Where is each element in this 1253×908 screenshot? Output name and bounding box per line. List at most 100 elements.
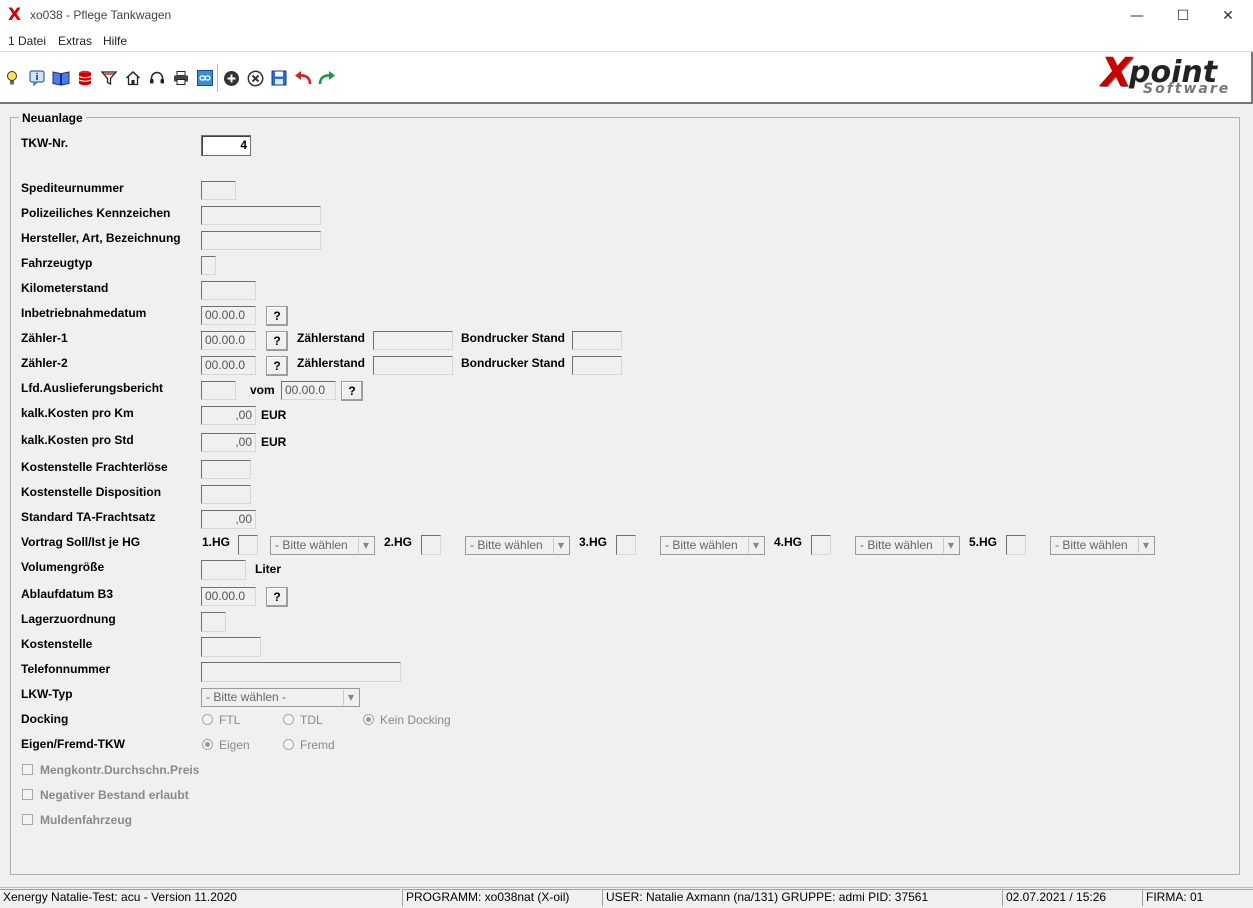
zaehler1-date-input[interactable]: 00.00.0: [201, 331, 256, 350]
zaehler1-date-button[interactable]: ?: [266, 331, 288, 351]
ta-frachtsatz-input[interactable]: ,00: [201, 510, 256, 529]
kostenstelle-input[interactable]: [201, 637, 261, 657]
title-bar: X xo038 - Pflege Tankwagen — ☐ ✕: [0, 0, 1253, 31]
menu-hilfe[interactable]: Hilfe: [103, 34, 127, 48]
fremd-radio[interactable]: [283, 739, 294, 750]
close-button[interactable]: ✕: [1205, 0, 1251, 31]
book-icon[interactable]: [52, 69, 70, 87]
cancel-icon[interactable]: [246, 69, 264, 87]
fahrzeugtyp-input[interactable]: [201, 256, 216, 275]
docking-tdl-label: TDL: [300, 713, 323, 727]
kennzeichen-input[interactable]: [201, 206, 321, 225]
fremd-label: Fremd: [300, 738, 335, 752]
docking-tdl-radio[interactable]: [283, 714, 294, 725]
eigen-radio[interactable]: [202, 739, 213, 750]
hg5-input[interactable]: [1006, 535, 1026, 555]
tkw-nr-label: TKW-Nr.: [21, 136, 69, 150]
chevron-down-icon: ▼: [358, 538, 373, 553]
zaehler1-bondrucker-input[interactable]: [572, 331, 622, 350]
docking-ftl-radio[interactable]: [202, 714, 213, 725]
filter-icon[interactable]: [100, 69, 118, 87]
group-title: Neuanlage: [19, 111, 86, 125]
chevron-down-icon: ▼: [343, 690, 358, 705]
lagerzuordnung-input[interactable]: [201, 612, 226, 632]
status-datetime: 02.07.2021 / 15:26: [1002, 889, 1141, 906]
zaehler1-bondrucker-label: Bondrucker Stand: [461, 331, 566, 345]
kosten-std-label: kalk.Kosten pro Std: [21, 433, 134, 447]
fahrzeugtyp-label: Fahrzeugtyp: [21, 256, 93, 270]
undo-icon[interactable]: [294, 69, 312, 87]
chevron-down-icon: ▼: [1138, 538, 1153, 553]
zaehler2-bondrucker-input[interactable]: [572, 356, 622, 375]
hg4-select[interactable]: - Bitte wählen ▼: [855, 536, 960, 555]
chevron-down-icon: ▼: [943, 538, 958, 553]
hg3-input[interactable]: [616, 535, 636, 555]
negativer-bestand-label: Negativer Bestand erlaubt: [40, 788, 189, 802]
kosten-std-input[interactable]: ,00: [201, 433, 256, 452]
redo-icon[interactable]: [318, 69, 336, 87]
database-icon[interactable]: [76, 69, 94, 87]
telefonnummer-label: Telefonnummer: [21, 662, 111, 676]
inbetriebnahme-date-button[interactable]: ?: [266, 306, 288, 326]
zaehler2-date-button[interactable]: ?: [266, 356, 288, 376]
menu-extras[interactable]: Extras: [58, 34, 92, 48]
kilometerstand-label: Kilometerstand: [21, 281, 109, 295]
hg3-label: 3.HG: [579, 535, 608, 549]
negativer-bestand-checkbox[interactable]: [22, 789, 33, 800]
kosten-km-input[interactable]: ,00: [201, 406, 256, 425]
minimize-button[interactable]: —: [1114, 0, 1160, 31]
docking-label: Docking: [21, 712, 69, 726]
docking-kein-radio[interactable]: [363, 714, 374, 725]
zaehler1-stand-label: Zählerstand: [297, 331, 366, 345]
printer-icon[interactable]: [172, 69, 190, 87]
vom-date-button[interactable]: ?: [341, 381, 363, 401]
headset-icon[interactable]: [148, 69, 166, 87]
save-icon[interactable]: [270, 69, 288, 87]
info-icon[interactable]: [28, 69, 46, 87]
ks-frachterloese-label: Kostenstelle Frachterlöse: [21, 460, 168, 474]
ks-frachterloese-input[interactable]: [201, 460, 251, 479]
docking-ftl-label: FTL: [219, 713, 241, 727]
zaehler1-stand-input[interactable]: [373, 331, 453, 350]
hg1-input[interactable]: [238, 535, 258, 555]
hersteller-input[interactable]: [201, 231, 321, 250]
status-firma: FIRMA: 01: [1142, 889, 1253, 906]
zaehler2-stand-input[interactable]: [373, 356, 453, 375]
maximize-button[interactable]: ☐: [1160, 0, 1206, 31]
ks-disposition-label: Kostenstelle Disposition: [21, 485, 162, 499]
auslieferungsbericht-input[interactable]: [201, 381, 236, 400]
hg1-select[interactable]: - Bitte wählen ▼: [270, 536, 375, 555]
ablaufdatum-date-button[interactable]: ?: [266, 587, 288, 607]
add-icon[interactable]: [222, 69, 240, 87]
menu-datei[interactable]: 1 Datei: [8, 34, 46, 48]
kennzeichen-label: Polizeiliches Kennzeichen: [21, 206, 171, 220]
lagerzuordnung-label: Lagerzuordnung: [21, 612, 116, 626]
zaehler2-date-input[interactable]: 00.00.0: [201, 356, 256, 375]
ablaufdatum-input[interactable]: 00.00.0: [201, 587, 256, 606]
hg2-input[interactable]: [421, 535, 441, 555]
xpoint-software-logo: X point Software: [1101, 51, 1237, 101]
status-programm: PROGRAMM: xo038nat (X-oil): [402, 889, 601, 906]
spediteurnummer-input[interactable]: [201, 181, 236, 200]
vortrag-label: Vortrag Soll/Ist je HG: [21, 535, 141, 549]
hg3-select[interactable]: - Bitte wählen ▼: [660, 536, 765, 555]
menu-bar: 1 Datei Extras Hilfe: [0, 31, 1253, 52]
tkw-nr-input[interactable]: 4: [201, 135, 251, 156]
telefonnummer-input[interactable]: [201, 662, 401, 682]
lightbulb-icon[interactable]: [3, 69, 21, 87]
toolbar-separator: [217, 64, 218, 92]
lkw-typ-select[interactable]: - Bitte wählen - ▼: [201, 688, 360, 707]
ks-disposition-input[interactable]: [201, 485, 251, 504]
hg5-select[interactable]: - Bitte wählen ▼: [1050, 536, 1155, 555]
link-icon[interactable]: [196, 69, 214, 87]
hg2-select[interactable]: - Bitte wählen ▼: [465, 536, 570, 555]
inbetriebnahme-input[interactable]: 00.00.0: [201, 306, 256, 325]
volumen-input[interactable]: [201, 560, 246, 580]
kosten-km-label: kalk.Kosten pro Km: [21, 406, 134, 420]
mengkontr-checkbox[interactable]: [22, 764, 33, 775]
kilometerstand-input[interactable]: [201, 281, 256, 300]
muldenfahrzeug-checkbox[interactable]: [22, 814, 33, 825]
vom-date-input[interactable]: 00.00.0: [281, 381, 336, 400]
home-icon[interactable]: [124, 69, 142, 87]
hg4-input[interactable]: [811, 535, 831, 555]
